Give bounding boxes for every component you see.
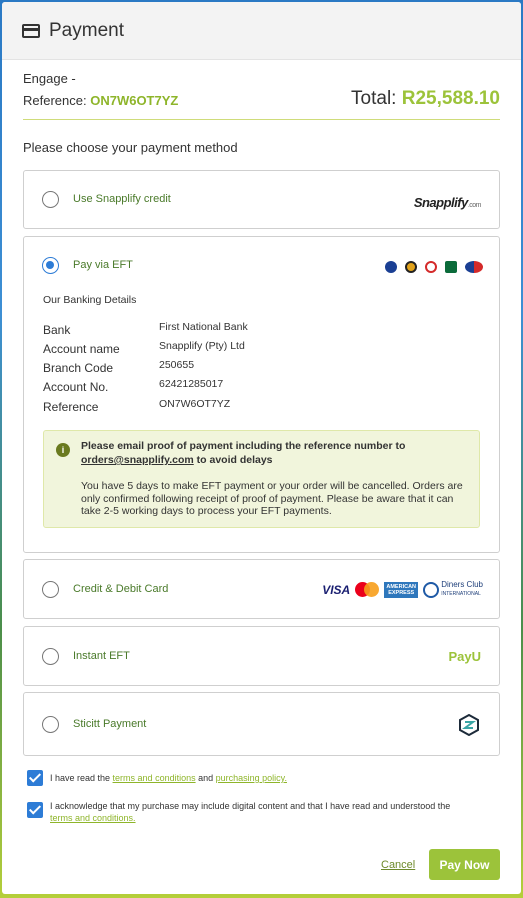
capitec-icon xyxy=(465,261,483,273)
agree-terms-text: I have read the terms and conditions and… xyxy=(50,773,287,783)
reference-line: Reference: ON7W6OT7YZ xyxy=(23,93,178,108)
snapplify-label: Use Snapplify credit xyxy=(73,193,171,205)
sticitt-label: Sticitt Payment xyxy=(73,718,147,730)
banking-details-title: Our Banking Details xyxy=(43,294,137,306)
card-logos: VISA AMERICAN EXPRESS Diners Club INTERNA… xyxy=(322,581,483,598)
snapplify-logo: Snapplify.com xyxy=(413,195,482,210)
sticitt-radio[interactable] xyxy=(42,716,59,733)
agree-terms-checkbox[interactable] xyxy=(27,770,43,786)
branch-code-label: Branch Code xyxy=(43,361,114,375)
modal-header: Payment xyxy=(2,2,521,60)
order-summary: Engage - Reference: ON7W6OT7YZ Total: R2… xyxy=(23,68,500,120)
standard-bank-icon xyxy=(385,261,397,273)
terms-link[interactable]: terms and conditions xyxy=(113,773,196,783)
branch-code-value: 250655 xyxy=(159,359,195,371)
method-eft[interactable]: Pay via EFT Our Banking Details Bank Fir… xyxy=(23,236,500,553)
visa-logo: VISA xyxy=(322,582,351,597)
notice-heading-line1: Please email proof of payment including … xyxy=(81,440,406,452)
card-radio[interactable] xyxy=(42,581,59,598)
modal-title: Payment xyxy=(49,19,124,41)
pay-now-button[interactable]: Pay Now xyxy=(429,849,500,880)
payu-logo: PayU xyxy=(448,649,481,664)
notice-paragraph: You have 5 days to make EFT payment or y… xyxy=(81,480,463,517)
diners-ring-icon xyxy=(423,581,440,598)
total-line: Total: R25,588.10 xyxy=(351,88,500,110)
bank-logos xyxy=(385,261,483,273)
account-name-value: Snapplify (Pty) Ltd xyxy=(159,340,245,352)
snapplify-radio[interactable] xyxy=(42,191,59,208)
reference-label: Reference: xyxy=(23,93,87,108)
notice-heading-line2: orders@snapplify.com to avoid delays xyxy=(81,454,273,466)
sticitt-icon xyxy=(459,714,479,736)
account-no-label: Account No. xyxy=(43,380,109,394)
eft-notice: i Please email proof of payment includin… xyxy=(43,430,480,528)
bank-label: Bank xyxy=(43,323,71,337)
digital-terms-link[interactable]: terms and conditions. xyxy=(50,813,136,823)
orders-email-link[interactable]: orders@snapplify.com xyxy=(81,454,194,466)
reference-row-label: Reference xyxy=(43,400,99,414)
amex-logo: AMERICAN EXPRESS xyxy=(384,581,419,598)
account-no-value: 62421285017 xyxy=(159,378,224,390)
info-icon: i xyxy=(56,443,70,457)
agree-digital-row[interactable]: I acknowledge that my purchase may inclu… xyxy=(27,801,497,828)
reference-row-value: ON7W6OT7YZ xyxy=(159,398,231,410)
instant-eft-radio[interactable] xyxy=(42,648,59,665)
total-amount: R25,588.10 xyxy=(401,88,500,109)
payment-modal: Payment Engage - Reference: ON7W6OT7YZ T… xyxy=(2,2,521,894)
fnb-icon xyxy=(425,261,437,273)
absa-icon xyxy=(405,261,417,273)
cancel-link[interactable]: Cancel xyxy=(381,859,415,871)
agree-terms-row[interactable]: I have read the terms and conditions and… xyxy=(27,770,497,788)
account-name-label: Account name xyxy=(43,342,120,356)
agree-digital-checkbox[interactable] xyxy=(27,802,43,818)
nedbank-icon xyxy=(445,261,457,273)
mastercard-icon xyxy=(355,582,380,597)
method-instant-eft[interactable]: Instant EFT PayU xyxy=(23,626,500,686)
instant-eft-label: Instant EFT xyxy=(73,650,130,662)
total-label: Total: xyxy=(351,88,397,109)
card-label: Credit & Debit Card xyxy=(73,583,169,595)
method-sticitt[interactable]: Sticitt Payment xyxy=(23,692,500,756)
bank-value: First National Bank xyxy=(159,321,248,333)
diners-club-logo: Diners Club INTERNATIONAL xyxy=(423,581,483,598)
agree-digital-text: I acknowledge that my purchase may inclu… xyxy=(50,801,451,823)
eft-label: Pay via EFT xyxy=(73,259,133,271)
reference-code: ON7W6OT7YZ xyxy=(90,93,179,108)
eft-radio[interactable] xyxy=(42,257,59,274)
method-snapplify-credit[interactable]: Use Snapplify credit Snapplify.com xyxy=(23,170,500,229)
purchasing-policy-link[interactable]: purchasing policy. xyxy=(216,773,287,783)
engage-label: Engage - xyxy=(23,71,76,86)
choose-method-text: Please choose your payment method xyxy=(23,140,238,155)
method-card[interactable]: Credit & Debit Card VISA AMERICAN EXPRES… xyxy=(23,559,500,619)
credit-card-icon xyxy=(22,23,40,38)
